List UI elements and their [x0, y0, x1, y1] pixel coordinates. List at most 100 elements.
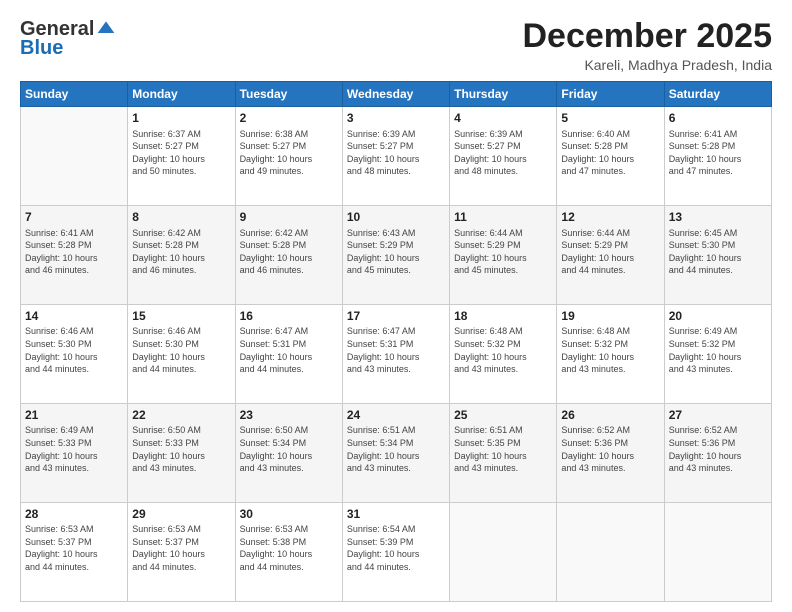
day-info: Sunrise: 6:50 AM Sunset: 5:34 PM Dayligh… — [240, 424, 338, 474]
day-info: Sunrise: 6:52 AM Sunset: 5:36 PM Dayligh… — [669, 424, 767, 474]
calendar-cell: 25Sunrise: 6:51 AM Sunset: 5:35 PM Dayli… — [450, 404, 557, 503]
day-number: 10 — [347, 209, 445, 225]
day-info: Sunrise: 6:47 AM Sunset: 5:31 PM Dayligh… — [347, 325, 445, 375]
day-number: 4 — [454, 110, 552, 126]
calendar-cell: 15Sunrise: 6:46 AM Sunset: 5:30 PM Dayli… — [128, 305, 235, 404]
day-number: 26 — [561, 407, 659, 423]
day-number: 21 — [25, 407, 123, 423]
calendar-week-row: 1 Sunrise: 6:37 AM Sunset: 5:27 PM Daylig… — [21, 107, 772, 206]
day-info: Sunrise: 6:51 AM Sunset: 5:34 PM Dayligh… — [347, 424, 445, 474]
day-number: 14 — [25, 308, 123, 324]
day-info: Sunrise: 6:42 AM Sunset: 5:28 PM Dayligh… — [240, 227, 338, 277]
calendar-week-row: 14Sunrise: 6:46 AM Sunset: 5:30 PM Dayli… — [21, 305, 772, 404]
day-number: 16 — [240, 308, 338, 324]
calendar-cell: 22Sunrise: 6:50 AM Sunset: 5:33 PM Dayli… — [128, 404, 235, 503]
calendar-cell: 3 Sunrise: 6:39 AM Sunset: 5:27 PM Daylig… — [342, 107, 449, 206]
calendar-cell: 31Sunrise: 6:54 AM Sunset: 5:39 PM Dayli… — [342, 503, 449, 602]
day-info: Sunrise: 6:52 AM Sunset: 5:36 PM Dayligh… — [561, 424, 659, 474]
calendar-cell: 12 Sunrise: 6:44 AM Sunset: 5:29 PM Dayli… — [557, 206, 664, 305]
day-info: Sunrise: 6:49 AM Sunset: 5:32 PM Dayligh… — [669, 325, 767, 375]
calendar-cell: 27Sunrise: 6:52 AM Sunset: 5:36 PM Dayli… — [664, 404, 771, 503]
location: Kareli, Madhya Pradesh, India — [522, 57, 772, 73]
calendar-cell: 26Sunrise: 6:52 AM Sunset: 5:36 PM Dayli… — [557, 404, 664, 503]
day-number: 27 — [669, 407, 767, 423]
calendar-week-row: 21Sunrise: 6:49 AM Sunset: 5:33 PM Dayli… — [21, 404, 772, 503]
calendar: SundayMondayTuesdayWednesdayThursdayFrid… — [20, 81, 772, 602]
day-info: Sunrise: 6:53 AM Sunset: 5:38 PM Dayligh… — [240, 523, 338, 573]
day-info: Sunrise: 6:54 AM Sunset: 5:39 PM Dayligh… — [347, 523, 445, 573]
calendar-header-cell: Friday — [557, 82, 664, 107]
day-info: Sunrise: 6:53 AM Sunset: 5:37 PM Dayligh… — [25, 523, 123, 573]
calendar-cell: 2 Sunrise: 6:38 AM Sunset: 5:27 PM Daylig… — [235, 107, 342, 206]
calendar-cell: 18Sunrise: 6:48 AM Sunset: 5:32 PM Dayli… — [450, 305, 557, 404]
day-info: Sunrise: 6:39 AM Sunset: 5:27 PM Dayligh… — [347, 128, 445, 178]
day-number: 8 — [132, 209, 230, 225]
calendar-cell: 16Sunrise: 6:47 AM Sunset: 5:31 PM Dayli… — [235, 305, 342, 404]
day-number: 9 — [240, 209, 338, 225]
day-info: Sunrise: 6:39 AM Sunset: 5:27 PM Dayligh… — [454, 128, 552, 178]
day-number: 12 — [561, 209, 659, 225]
day-info: Sunrise: 6:42 AM Sunset: 5:28 PM Dayligh… — [132, 227, 230, 277]
day-number: 28 — [25, 506, 123, 522]
day-number: 1 — [132, 110, 230, 126]
day-info: Sunrise: 6:53 AM Sunset: 5:37 PM Dayligh… — [132, 523, 230, 573]
calendar-cell: 20Sunrise: 6:49 AM Sunset: 5:32 PM Dayli… — [664, 305, 771, 404]
day-number: 23 — [240, 407, 338, 423]
day-number: 7 — [25, 209, 123, 225]
calendar-cell: 13 Sunrise: 6:45 AM Sunset: 5:30 PM Dayli… — [664, 206, 771, 305]
logo-blue: Blue — [20, 37, 63, 60]
calendar-header-cell: Monday — [128, 82, 235, 107]
day-info: Sunrise: 6:40 AM Sunset: 5:28 PM Dayligh… — [561, 128, 659, 178]
day-info: Sunrise: 6:43 AM Sunset: 5:29 PM Dayligh… — [347, 227, 445, 277]
day-number: 31 — [347, 506, 445, 522]
calendar-cell: 29Sunrise: 6:53 AM Sunset: 5:37 PM Dayli… — [128, 503, 235, 602]
day-number: 6 — [669, 110, 767, 126]
calendar-cell: 19Sunrise: 6:48 AM Sunset: 5:32 PM Dayli… — [557, 305, 664, 404]
calendar-cell: 11Sunrise: 6:44 AM Sunset: 5:29 PM Dayli… — [450, 206, 557, 305]
calendar-header-cell: Tuesday — [235, 82, 342, 107]
day-number: 11 — [454, 209, 552, 225]
calendar-header-cell: Saturday — [664, 82, 771, 107]
day-info: Sunrise: 6:46 AM Sunset: 5:30 PM Dayligh… — [25, 325, 123, 375]
day-number: 13 — [669, 209, 767, 225]
title-section: December 2025 Kareli, Madhya Pradesh, In… — [522, 18, 772, 73]
day-info: Sunrise: 6:48 AM Sunset: 5:32 PM Dayligh… — [454, 325, 552, 375]
day-info: Sunrise: 6:38 AM Sunset: 5:27 PM Dayligh… — [240, 128, 338, 178]
month-title: December 2025 — [522, 18, 772, 55]
day-info: Sunrise: 6:41 AM Sunset: 5:28 PM Dayligh… — [25, 227, 123, 277]
calendar-cell: 5 Sunrise: 6:40 AM Sunset: 5:28 PM Daylig… — [557, 107, 664, 206]
day-info: Sunrise: 6:49 AM Sunset: 5:33 PM Dayligh… — [25, 424, 123, 474]
day-number: 18 — [454, 308, 552, 324]
calendar-week-row: 7 Sunrise: 6:41 AM Sunset: 5:28 PM Daylig… — [21, 206, 772, 305]
day-number: 20 — [669, 308, 767, 324]
calendar-body: 1 Sunrise: 6:37 AM Sunset: 5:27 PM Daylig… — [21, 107, 772, 602]
day-info: Sunrise: 6:37 AM Sunset: 5:27 PM Dayligh… — [132, 128, 230, 178]
calendar-cell: 24Sunrise: 6:51 AM Sunset: 5:34 PM Dayli… — [342, 404, 449, 503]
day-number: 19 — [561, 308, 659, 324]
header: General Blue December 2025 Kareli, Madhy… — [20, 18, 772, 73]
day-info: Sunrise: 6:46 AM Sunset: 5:30 PM Dayligh… — [132, 325, 230, 375]
calendar-cell: 6Sunrise: 6:41 AM Sunset: 5:28 PM Daylig… — [664, 107, 771, 206]
day-info: Sunrise: 6:50 AM Sunset: 5:33 PM Dayligh… — [132, 424, 230, 474]
calendar-cell: 8 Sunrise: 6:42 AM Sunset: 5:28 PM Daylig… — [128, 206, 235, 305]
calendar-cell: 17Sunrise: 6:47 AM Sunset: 5:31 PM Dayli… — [342, 305, 449, 404]
day-number: 25 — [454, 407, 552, 423]
day-info: Sunrise: 6:45 AM Sunset: 5:30 PM Dayligh… — [669, 227, 767, 277]
logo-icon — [96, 18, 116, 38]
day-info: Sunrise: 6:51 AM Sunset: 5:35 PM Dayligh… — [454, 424, 552, 474]
day-info: Sunrise: 6:44 AM Sunset: 5:29 PM Dayligh… — [561, 227, 659, 277]
day-number: 24 — [347, 407, 445, 423]
calendar-cell: 1 Sunrise: 6:37 AM Sunset: 5:27 PM Daylig… — [128, 107, 235, 206]
day-number: 3 — [347, 110, 445, 126]
calendar-cell: 4 Sunrise: 6:39 AM Sunset: 5:27 PM Daylig… — [450, 107, 557, 206]
calendar-cell — [21, 107, 128, 206]
calendar-cell — [557, 503, 664, 602]
day-number: 5 — [561, 110, 659, 126]
calendar-cell — [664, 503, 771, 602]
day-number: 17 — [347, 308, 445, 324]
calendar-cell: 30Sunrise: 6:53 AM Sunset: 5:38 PM Dayli… — [235, 503, 342, 602]
day-number: 2 — [240, 110, 338, 126]
calendar-cell: 9 Sunrise: 6:42 AM Sunset: 5:28 PM Daylig… — [235, 206, 342, 305]
calendar-header-cell: Wednesday — [342, 82, 449, 107]
calendar-cell: 7 Sunrise: 6:41 AM Sunset: 5:28 PM Daylig… — [21, 206, 128, 305]
